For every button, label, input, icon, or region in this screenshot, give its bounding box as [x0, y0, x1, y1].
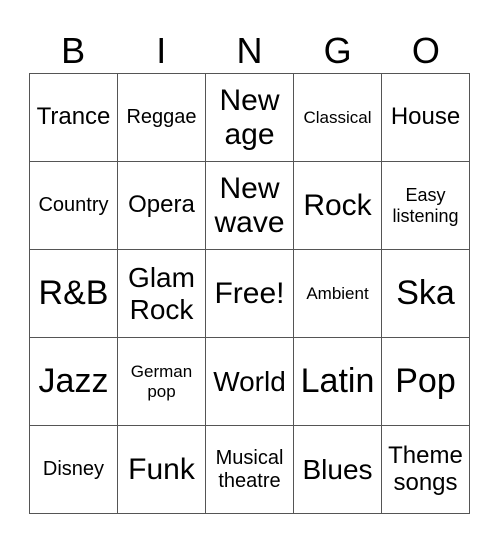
cell-label: Glam Rock	[128, 262, 195, 325]
bingo-cell[interactable]: Glam Rock	[118, 250, 206, 338]
bingo-cell[interactable]: Funk	[118, 426, 206, 514]
header-letter-b: B	[61, 30, 86, 71]
cell-label: Ska	[396, 274, 455, 313]
cell-label: New age	[219, 83, 280, 151]
cell-label: Opera	[128, 191, 195, 219]
cell-label: Trance	[36, 103, 111, 131]
header-letter-o: O	[411, 30, 440, 71]
cell-label: World	[213, 365, 286, 397]
bingo-header: B I N G O	[29, 28, 470, 73]
cell-label: Funk	[128, 452, 195, 486]
cell-label: Jazz	[38, 362, 109, 401]
bingo-cell[interactable]: Blues	[294, 426, 382, 514]
cell-label: Blues	[302, 453, 373, 485]
cell-label: Latin	[300, 362, 375, 401]
bingo-cell[interactable]: R&B	[30, 250, 118, 338]
cell-label: Country	[38, 194, 109, 217]
free-space-cell[interactable]: Free!	[206, 250, 294, 338]
cell-label: Reggae	[126, 106, 197, 129]
cell-label: Rock	[303, 188, 372, 222]
cell-label: House	[390, 103, 461, 131]
header-letter-g: G	[323, 30, 352, 71]
cell-label: New wave	[214, 171, 285, 239]
cell-label: German pop	[130, 362, 193, 401]
bingo-board: Trance Reggae New age Classical House Co…	[29, 73, 470, 514]
bingo-cell[interactable]: World	[206, 338, 294, 426]
cell-label: Theme songs	[388, 441, 463, 496]
header-letter-n: N	[236, 30, 263, 71]
header-letter-i: I	[156, 30, 167, 71]
bingo-cell[interactable]: Latin	[294, 338, 382, 426]
cell-label: R&B	[38, 274, 109, 313]
bingo-cell[interactable]: Theme songs	[382, 426, 470, 514]
bingo-cell[interactable]: Musical theatre	[206, 426, 294, 514]
bingo-cell[interactable]: Country	[30, 162, 118, 250]
bingo-cell[interactable]: Ambient	[294, 250, 382, 338]
bingo-cell[interactable]: Trance	[30, 74, 118, 162]
bingo-cell[interactable]: House	[382, 74, 470, 162]
bingo-cell[interactable]: Opera	[118, 162, 206, 250]
bingo-cell[interactable]: Disney	[30, 426, 118, 514]
cell-label: Disney	[42, 458, 105, 481]
bingo-cell[interactable]: German pop	[118, 338, 206, 426]
bingo-cell[interactable]: New wave	[206, 162, 294, 250]
cell-label: Pop	[395, 362, 456, 401]
bingo-cell[interactable]: Classical	[294, 74, 382, 162]
bingo-cell[interactable]: New age	[206, 74, 294, 162]
cell-label: Musical theatre	[215, 447, 284, 492]
cell-label: Free!	[214, 276, 285, 310]
cell-label: Ambient	[306, 283, 369, 303]
cell-label: Easy listening	[392, 185, 459, 226]
bingo-cell[interactable]: Ska	[382, 250, 470, 338]
bingo-cell[interactable]: Reggae	[118, 74, 206, 162]
bingo-cell[interactable]: Easy listening	[382, 162, 470, 250]
bingo-cell[interactable]: Pop	[382, 338, 470, 426]
bingo-cell[interactable]: Rock	[294, 162, 382, 250]
bingo-cell[interactable]: Jazz	[30, 338, 118, 426]
cell-label: Classical	[303, 107, 372, 127]
